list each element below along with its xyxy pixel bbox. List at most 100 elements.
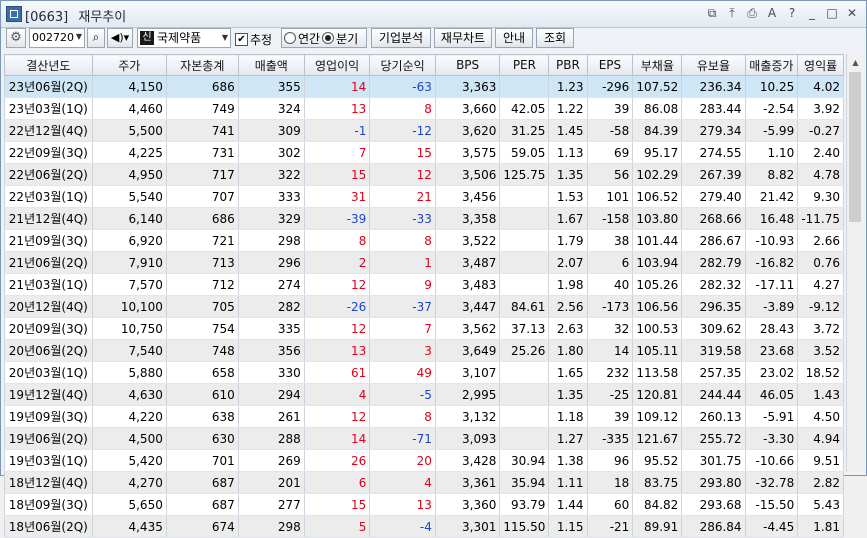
table-row[interactable]: 22년06월(2Q) 4,950 717 322 15 12 3,506 125.75 1.35… xyxy=(4,163,844,186)
table-cell: 13 xyxy=(303,339,371,362)
table-cell: 713 xyxy=(165,251,239,274)
table-row[interactable]: 19년06월(2Q) 4,500 630 288 14 -71 3,093 1.27 -335 1… xyxy=(4,427,844,450)
minimize-icon[interactable]: _ xyxy=(804,5,820,21)
table-cell: 18.52 xyxy=(797,361,844,384)
table-cell: 1.44 xyxy=(548,493,588,516)
table-cell: 279.34 xyxy=(681,119,746,142)
table-row[interactable]: 21년06월(2Q) 7,910 713 296 2 1 3,487 2.07 6 103.94 2… xyxy=(4,251,844,274)
table-cell: 4,220 xyxy=(91,405,167,428)
column-header[interactable]: 영업이익 xyxy=(303,54,371,76)
table-cell: 106.56 xyxy=(632,295,683,318)
toolbar: ⚙ 002720 ▼ ⌕ ◀)▾ 신 국제약품 ▼ ✔ 추정 연간 분기 기업분… xyxy=(1,28,866,52)
table-cell: 322 xyxy=(237,163,305,186)
table-row[interactable]: 22년09월(3Q) 4,225 731 302 7 15 3,575 59.05 1.13 69… xyxy=(4,141,844,164)
estimate-checkbox[interactable]: ✔ 추정 xyxy=(235,31,272,47)
column-header[interactable]: BPS xyxy=(434,54,501,76)
column-header[interactable]: 매출증가 xyxy=(744,54,799,76)
close-icon[interactable]: ✕ xyxy=(844,5,860,21)
table-cell: -32.78 xyxy=(744,471,799,494)
column-header[interactable]: 부채율 xyxy=(632,54,683,76)
radio-annual[interactable] xyxy=(284,32,296,44)
table-row[interactable]: 23년06월(2Q) 4,150 686 355 14 -63 3,363 1.23 -296 1… xyxy=(4,75,844,98)
vertical-scrollbar[interactable]: ▲ xyxy=(846,54,864,472)
table-cell: 1.98 xyxy=(548,273,588,296)
table-cell: 277 xyxy=(237,493,305,516)
screenshot-icon[interactable]: ⎙ xyxy=(744,5,760,21)
table-row[interactable]: 19년12월(4Q) 4,630 610 294 4 -5 2,995 1.35 -25 120.… xyxy=(4,383,844,406)
table-row[interactable]: 19년09월(3Q) 4,220 638 261 12 8 3,132 1.18 39 109.1… xyxy=(4,405,844,428)
table-cell: 20년03월(1Q) xyxy=(4,361,93,384)
column-header[interactable]: EPS xyxy=(586,54,634,76)
table-cell: 1.22 xyxy=(548,97,588,120)
table-row[interactable]: 18년09월(3Q) 5,650 687 277 15 13 3,360 93.79 1.44 6… xyxy=(4,493,844,516)
column-header[interactable]: 매출액 xyxy=(237,54,305,76)
column-header[interactable]: PER xyxy=(499,54,550,76)
table-cell: 125.75 xyxy=(499,163,550,186)
text-size-icon[interactable]: A xyxy=(764,5,780,21)
table-row[interactable]: 20년06월(2Q) 7,540 748 356 13 3 3,649 25.26 1.80 14… xyxy=(4,339,844,362)
stock-name-select[interactable]: 신 국제약품 ▼ xyxy=(137,28,231,48)
table-cell: 236.34 xyxy=(681,75,746,98)
table-row[interactable]: 21년03월(1Q) 7,570 712 274 12 9 3,483 1.98 40 105.2… xyxy=(4,273,844,296)
table-cell: 3,483 xyxy=(434,273,501,296)
sound-icon[interactable]: ◀)▾ xyxy=(107,28,133,48)
table-cell: 15 xyxy=(303,493,371,516)
table-row[interactable]: 21년12월(4Q) 6,140 686 329 -39 -33 3,358 1.67 -158… xyxy=(4,207,844,230)
table-row[interactable]: 21년09월(3Q) 6,920 721 298 8 8 3,522 1.79 38 101.44… xyxy=(4,229,844,252)
table-cell: 707 xyxy=(165,185,239,208)
table-row[interactable]: 22년03월(1Q) 5,540 707 333 31 21 3,456 1.53 101 106… xyxy=(4,185,844,208)
table-cell: 355 xyxy=(237,75,305,98)
scroll-thumb[interactable] xyxy=(849,72,861,222)
column-header[interactable]: 유보율 xyxy=(681,54,746,76)
column-header[interactable]: 당기순익 xyxy=(369,54,436,76)
table-row[interactable]: 20년09월(3Q) 10,750 754 335 12 7 3,562 37.13 2.63 3… xyxy=(4,317,844,340)
table-cell xyxy=(499,273,550,296)
table-cell: 115.50 xyxy=(499,515,550,538)
table-row[interactable]: 22년12월(4Q) 5,500 741 309 -1 -12 3,620 31.25 1.45… xyxy=(4,119,844,142)
column-header[interactable]: 자본총계 xyxy=(165,54,239,76)
table-cell: 3,487 xyxy=(434,251,501,274)
table-cell: 23년03월(1Q) xyxy=(4,97,93,120)
table-row[interactable]: 18년12월(4Q) 4,270 687 201 6 4 3,361 35.94 1.11 18 8… xyxy=(4,471,844,494)
code-dropdown-icon[interactable]: ▼ xyxy=(73,28,85,48)
table-cell: 255.72 xyxy=(681,427,746,450)
table-cell: 1.79 xyxy=(548,229,588,252)
table-cell: 42.05 xyxy=(499,97,550,120)
table-cell: 686 xyxy=(165,207,239,230)
table-row[interactable]: 23년03월(1Q) 4,460 749 324 13 8 3,660 42.05 1.22 39… xyxy=(4,97,844,120)
column-header[interactable]: 영익률 xyxy=(797,54,844,76)
table-row[interactable]: 19년03월(1Q) 5,420 701 269 26 20 3,428 30.94 1.38 9… xyxy=(4,449,844,472)
table-row[interactable]: 18년06월(2Q) 4,435 674 298 5 -4 3,301 115.50 1.15-… xyxy=(4,515,844,538)
restore-icon[interactable]: ⧉ xyxy=(704,5,720,21)
maximize-icon[interactable]: □ xyxy=(824,5,840,21)
pin-icon[interactable]: ⤒ xyxy=(724,5,740,21)
table-cell: 286.84 xyxy=(681,515,746,538)
table-cell: 23년06월(2Q) xyxy=(4,75,93,98)
financial-chart-button[interactable]: 재무차트 xyxy=(434,28,492,48)
help-icon[interactable]: ? xyxy=(784,5,800,21)
query-button[interactable]: 조회 xyxy=(536,28,574,48)
table-cell: 1 xyxy=(369,251,436,274)
column-header[interactable]: 결산년도 xyxy=(4,54,93,76)
table-cell: 749 xyxy=(165,97,239,120)
guide-button[interactable]: 안내 xyxy=(495,28,533,48)
table-cell: 687 xyxy=(165,471,239,494)
table-cell: -17.11 xyxy=(744,273,799,296)
table-row[interactable]: 20년12월(4Q) 10,100 705 282 -26 -37 3,447 84.61 2.… xyxy=(4,295,844,318)
column-header[interactable]: PBR xyxy=(548,54,588,76)
table-cell: 13 xyxy=(303,97,371,120)
app-icon xyxy=(6,6,22,22)
table-cell: 21년06월(2Q) xyxy=(4,251,93,274)
table-cell: 96 xyxy=(586,449,634,472)
table-cell: 3,360 xyxy=(434,493,501,516)
search-icon[interactable]: ⌕ xyxy=(87,28,105,48)
table-row[interactable]: 20년03월(1Q) 5,880 658 330 61 49 3,107 1.65 232 113… xyxy=(4,361,844,384)
radio-quarter[interactable] xyxy=(322,32,335,44)
table-cell: 3,620 xyxy=(434,119,501,142)
company-analysis-button[interactable]: 기업분석 xyxy=(371,28,431,48)
table-cell: 20년09월(3Q) xyxy=(4,317,93,340)
table-cell: 107.52 xyxy=(632,75,683,98)
scroll-up-icon[interactable]: ▲ xyxy=(847,54,864,71)
settings-gear-icon[interactable]: ⚙ xyxy=(6,28,26,48)
column-header[interactable]: 주가 xyxy=(91,54,167,76)
